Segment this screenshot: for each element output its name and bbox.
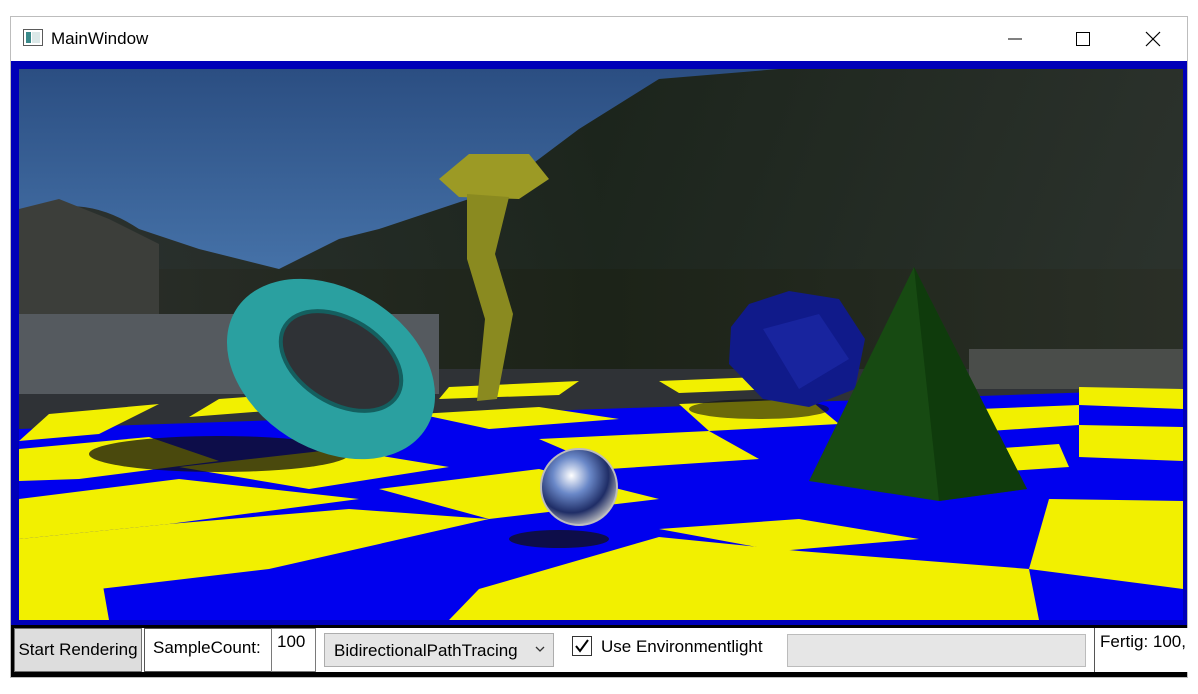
- render-toolbar: Start Rendering SampleCount: 100 Bidirec…: [11, 625, 1188, 677]
- close-icon: [1145, 31, 1161, 47]
- window-title: MainWindow: [51, 29, 149, 48]
- maximize-button[interactable]: [1049, 17, 1117, 61]
- sample-count-label: SampleCount:: [153, 638, 261, 657]
- render-mode-dropdown[interactable]: BidirectionalPathTracing: [324, 633, 554, 667]
- window-app-icon: [23, 29, 43, 46]
- main-window: MainWindow Start Rendering SampleCount: …: [10, 16, 1188, 678]
- chevron-down-icon: [535, 646, 545, 652]
- use-environmentlight-checkbox[interactable]: [572, 636, 592, 656]
- status-box: Fertig: 100,: [1094, 628, 1188, 672]
- sample-count-group: SampleCount: 100: [144, 628, 316, 672]
- sample-count-input[interactable]: 100: [271, 628, 316, 672]
- render-viewport: [19, 69, 1183, 620]
- progress-fill: [788, 635, 1085, 666]
- use-environmentlight-label[interactable]: Use Environmentlight: [601, 637, 763, 657]
- minimize-icon: [1008, 38, 1022, 40]
- status-text: Fertig: 100,: [1100, 632, 1186, 651]
- close-button[interactable]: [1119, 17, 1187, 61]
- render-viewport-frame: [11, 61, 1187, 625]
- start-rendering-button[interactable]: Start Rendering: [14, 628, 142, 672]
- rendered-scene: [19, 69, 1183, 620]
- checkmark-icon: [575, 639, 589, 653]
- render-mode-value: BidirectionalPathTracing: [334, 641, 518, 660]
- maximize-icon: [1076, 32, 1090, 46]
- title-bar[interactable]: MainWindow: [11, 17, 1187, 61]
- render-progress-bar: [787, 634, 1086, 667]
- minimize-button[interactable]: [981, 17, 1049, 61]
